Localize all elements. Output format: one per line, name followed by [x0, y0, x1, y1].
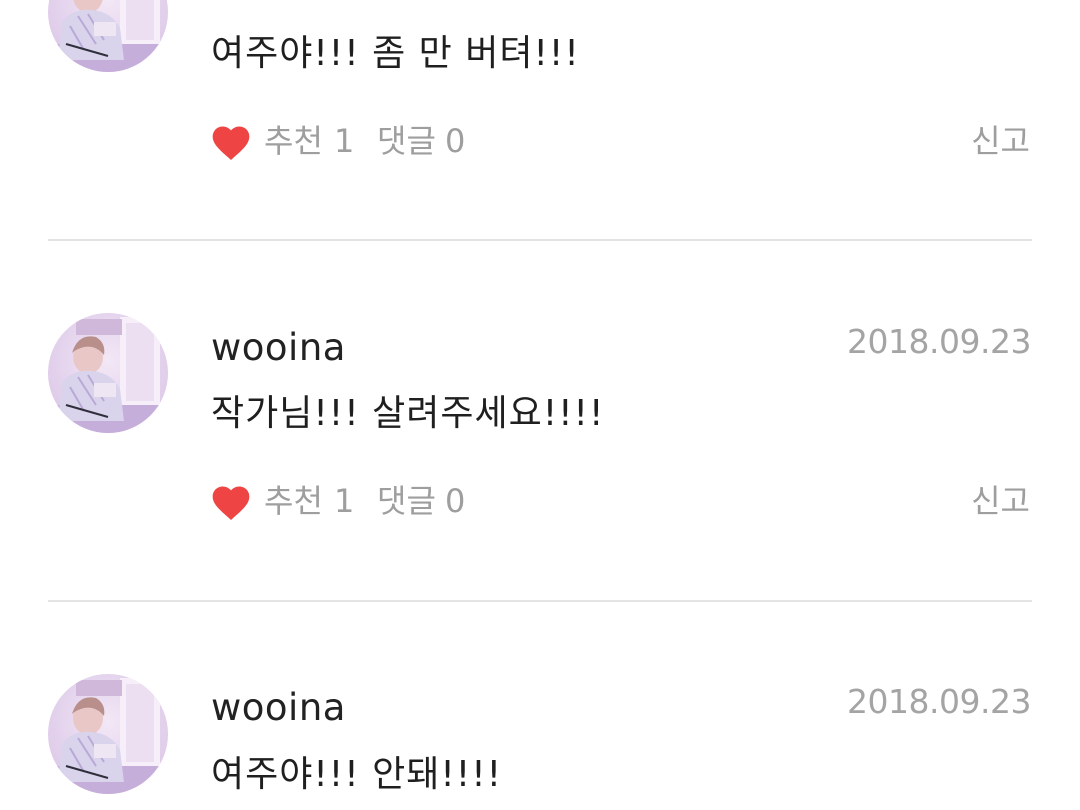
comment-text: 여주야!!! 좀 만 버텨!!!: [211, 33, 580, 74]
report-button[interactable]: 신고: [971, 485, 1030, 517]
user-avatar-image: [48, 674, 168, 794]
comment-username[interactable]: wooina: [211, 689, 346, 726]
recommend-count: 1: [334, 122, 355, 160]
recommend-count: 1: [334, 482, 355, 520]
comment-date: 2018.09.23: [847, 322, 1031, 361]
comment-date: 2018.09.23: [847, 682, 1031, 721]
avatar[interactable]: [48, 313, 168, 433]
user-avatar-image: [48, 313, 168, 433]
comment-text: 여주야!!! 안돼!!!!: [211, 754, 503, 795]
comment-actions: 추천 1 댓글 0 신고: [0, 121, 1080, 171]
reply-label[interactable]: 댓글: [377, 485, 436, 517]
recommend-label[interactable]: 추천: [264, 125, 323, 157]
avatar[interactable]: [48, 674, 168, 794]
comment-actions: 추천 1 댓글 0 신고: [0, 481, 1080, 531]
divider: [48, 600, 1032, 602]
comment-username[interactable]: wooina: [211, 329, 346, 366]
recommend-label[interactable]: 추천: [264, 485, 323, 517]
reply-count: 0: [445, 122, 466, 160]
user-avatar-image: [48, 0, 168, 72]
report-button[interactable]: 신고: [971, 125, 1030, 157]
avatar[interactable]: [48, 0, 168, 72]
heart-icon[interactable]: [209, 121, 253, 165]
divider: [48, 239, 1032, 241]
reply-count: 0: [445, 482, 466, 520]
reply-label[interactable]: 댓글: [377, 125, 436, 157]
comment-text: 작가님!!! 살려주세요!!!!: [211, 393, 605, 434]
heart-icon[interactable]: [209, 481, 253, 525]
